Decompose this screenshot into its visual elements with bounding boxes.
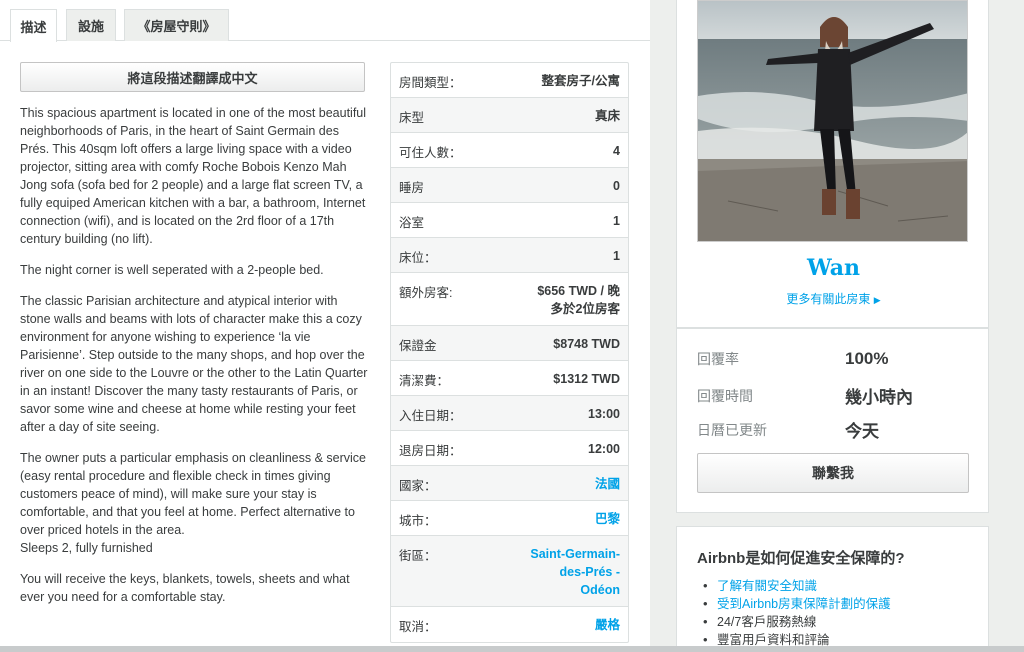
- detail-row: 額外房客: $656 TWD / 晚 多於2位房客: [391, 273, 628, 326]
- detail-value-link[interactable]: 嚴格: [595, 616, 620, 642]
- detail-row: 房間類型： 整套房子/公寓: [391, 63, 628, 98]
- safety-item-text: 24/7客戶服務熱線: [717, 615, 817, 629]
- tab-amenities[interactable]: 設施: [66, 9, 116, 41]
- stat-label: 回覆率: [697, 351, 739, 367]
- safety-item[interactable]: • 受到Airbnb房東保障計劃的保護: [703, 595, 891, 613]
- contact-host-button[interactable]: 聯繫我: [697, 453, 969, 493]
- more-about-host-link[interactable]: 更多有關此房東 ▶: [677, 290, 990, 307]
- safety-title: Airbnb是如何促進安全保障的?: [697, 550, 905, 567]
- detail-label: 城市：: [399, 514, 437, 528]
- description-paragraph: This spacious apartment is located in on…: [20, 106, 367, 246]
- detail-label: 保證金: [399, 339, 437, 353]
- detail-label: 額外房客:: [399, 286, 453, 300]
- host-stats-card: 回覆率 100% 回覆時間 幾小時內 日曆已更新 今天 聯繫我: [676, 328, 989, 513]
- detail-label: 浴室: [399, 216, 425, 230]
- safety-item: • 24/7客戶服務熱線: [703, 613, 891, 631]
- detail-row: 入住日期： 13:00: [391, 396, 628, 431]
- host-name[interactable]: Wan: [677, 255, 990, 281]
- bullet-icon: •: [703, 578, 708, 593]
- caret-right-icon: ▶: [873, 295, 881, 305]
- listing-details-table: 房間類型： 整套房子/公寓床型 真床可住人數： 4 睡房 0 浴室 1 床位： 1 額外房客: $65…: [390, 62, 629, 643]
- detail-value: 1: [613, 249, 620, 263]
- detail-value: 13:00: [588, 407, 620, 421]
- detail-value: 真床: [594, 109, 620, 123]
- detail-row: 清潔費： $1312 TWD: [391, 361, 628, 396]
- listing-description: This spacious apartment is located in on…: [20, 104, 370, 619]
- detail-row: 睡房 0: [391, 168, 628, 203]
- detail-value: $8748 TWD: [553, 337, 620, 351]
- detail-value-link[interactable]: 巴黎: [595, 510, 620, 535]
- detail-row: 浴室 1: [391, 203, 628, 238]
- host-photo-image: [698, 1, 967, 241]
- detail-row: 取消： 嚴格: [391, 607, 628, 642]
- safety-item-text: 受到Airbnb房東保障計劃的保護: [717, 597, 891, 611]
- tab-bar: 描述 設施 《房屋守則》: [0, 0, 650, 42]
- stat-response-time: 回覆時間 幾小時內: [697, 383, 977, 408]
- detail-label: 清潔費：: [399, 374, 450, 388]
- detail-label: 退房日期：: [399, 444, 462, 458]
- safety-item-text: 了解有關安全知識: [717, 579, 818, 593]
- stat-value: 幾小時內: [845, 388, 913, 407]
- tab-description[interactable]: 描述: [10, 9, 57, 42]
- tab-house-rules[interactable]: 《房屋守則》: [124, 9, 229, 41]
- detail-label: 睡房: [399, 181, 425, 195]
- detail-row: 街區： Saint-Germain- des-Prés - Odéon: [391, 536, 628, 607]
- detail-label: 國家：: [399, 479, 437, 493]
- stat-value: 今天: [845, 422, 879, 441]
- stat-label: 日曆已更新: [697, 421, 767, 438]
- translate-description-button[interactable]: 將這段描述翻譯成中文: [20, 62, 365, 92]
- detail-value: $1312 TWD: [553, 372, 620, 386]
- description-paragraph: The classic Parisian architecture and at…: [20, 294, 368, 434]
- safety-card: Airbnb是如何促進安全保障的? • 了解有關安全知識 • 受到Airbnb房東保障…: [676, 526, 989, 652]
- detail-value: $656 TWD / 晚 多於2位房客: [537, 284, 620, 316]
- safety-item[interactable]: • 了解有關安全知識: [703, 577, 891, 595]
- detail-value: 0: [613, 179, 620, 193]
- stat-value: 100%: [845, 349, 889, 368]
- description-paragraph: You will receive the keys, blankets, tow…: [20, 572, 350, 604]
- detail-label: 床位：: [399, 251, 437, 265]
- detail-row: 保證金 $8748 TWD: [391, 326, 628, 361]
- detail-label: 房間類型：: [399, 76, 462, 90]
- detail-row: 床位： 1: [391, 238, 628, 273]
- detail-label: 取消：: [399, 620, 437, 634]
- stat-calendar-updated: 日曆已更新 今天: [697, 417, 977, 442]
- detail-value-link[interactable]: Saint-Germain- des-Prés - Odéon: [530, 545, 620, 606]
- detail-value-link[interactable]: 法國: [595, 475, 620, 500]
- host-photo[interactable]: [697, 0, 968, 242]
- detail-value: 1: [613, 214, 620, 228]
- bullet-icon: •: [703, 614, 708, 629]
- detail-label: 可住人數：: [399, 146, 462, 160]
- detail-row: 可住人數： 4: [391, 133, 628, 168]
- detail-row: 國家： 法國: [391, 466, 628, 501]
- stat-response-rate: 回覆率 100%: [697, 349, 977, 369]
- detail-label: 入住日期：: [399, 409, 462, 423]
- horizontal-scrollbar[interactable]: [0, 646, 1024, 652]
- bullet-icon: •: [703, 596, 708, 611]
- description-paragraph: The night corner is well seperated with …: [20, 263, 324, 277]
- detail-row: 城市： 巴黎: [391, 501, 628, 536]
- description-paragraph: The owner puts a particular emphasis on …: [20, 451, 367, 555]
- detail-label: 街區：: [399, 549, 437, 563]
- safety-list: • 了解有關安全知識 • 受到Airbnb房東保障計劃的保護 • 24/7客戶服務熱線 • 豐…: [703, 577, 891, 649]
- more-about-host-label: 更多有關此房東: [786, 292, 871, 306]
- host-card: Wan 更多有關此房東 ▶: [676, 0, 989, 328]
- detail-row: 退房日期： 12:00: [391, 431, 628, 466]
- detail-value: 整套房子/公寓: [541, 74, 620, 88]
- detail-value: 12:00: [588, 442, 620, 456]
- detail-row: 床型 真床: [391, 98, 628, 133]
- detail-label: 床型: [399, 111, 425, 125]
- stat-label: 回覆時間: [697, 387, 753, 404]
- detail-value: 4: [613, 144, 620, 158]
